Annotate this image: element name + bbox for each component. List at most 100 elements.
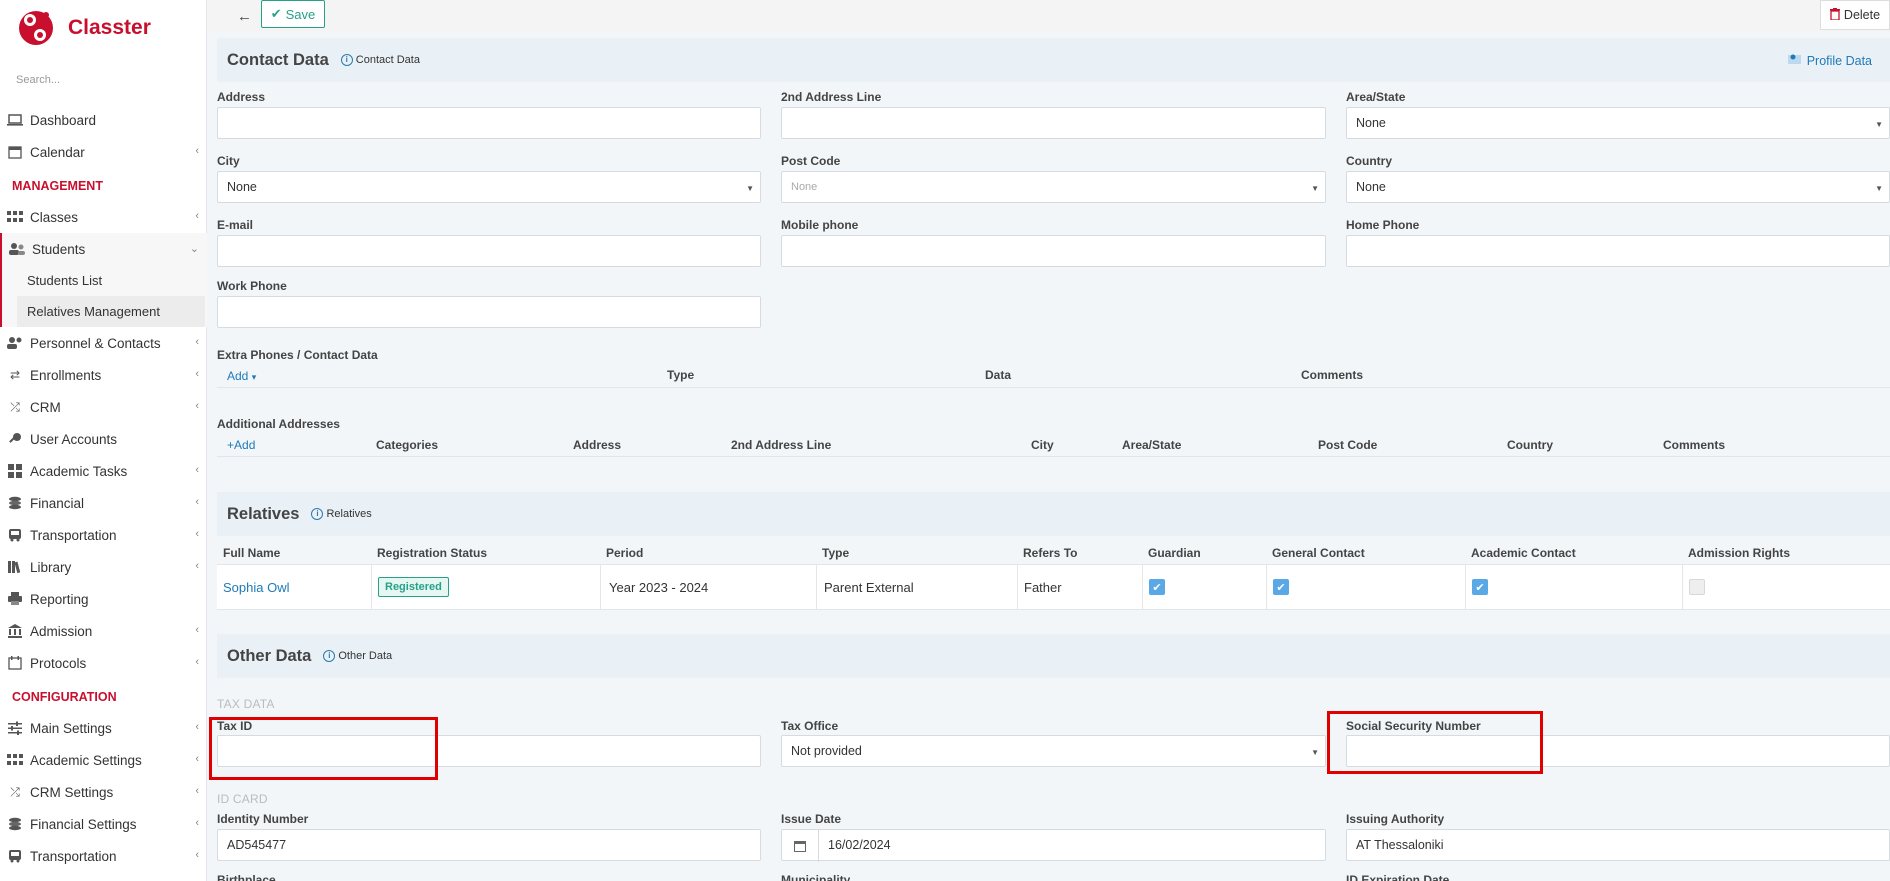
sidebar-item-admission[interactable]: Admission ‹ xyxy=(0,615,207,647)
guardian-checkbox[interactable]: ✔ xyxy=(1149,579,1165,595)
city-select[interactable]: None ▼ xyxy=(217,171,761,203)
relatives-table-header: Full Name Registration Status Period Typ… xyxy=(217,540,1890,564)
sidebar-item-students[interactable]: Students ⌄ xyxy=(2,233,207,265)
admission-rights-checkbox[interactable] xyxy=(1689,579,1705,595)
sidebar-item-user-accounts[interactable]: User Accounts xyxy=(0,423,207,455)
municipality-label: Municipality xyxy=(781,873,851,881)
address2-input[interactable] xyxy=(781,107,1326,139)
postcode-select[interactable]: None ▼ xyxy=(781,171,1326,203)
sidebar-item-financial[interactable]: Financial ‹ xyxy=(0,487,207,519)
relative-name-cell: Sophia Owl xyxy=(217,565,371,609)
highlight-box-tax-id xyxy=(209,717,438,780)
mobile-input[interactable] xyxy=(781,235,1326,267)
section-info-label: Contact Data xyxy=(355,54,420,66)
area-select[interactable]: None ▼ xyxy=(1346,107,1890,139)
column-header: Academic Contact xyxy=(1471,546,1576,560)
sidebar: Classter Search... Dashboard Calendar ‹ … xyxy=(0,0,207,881)
protocols-icon xyxy=(6,656,24,670)
info-icon: i xyxy=(323,650,336,662)
sidebar-item-reporting[interactable]: Reporting xyxy=(0,583,207,615)
app-logo[interactable]: Classter xyxy=(16,6,151,50)
sidebar-item-transportation[interactable]: Transportation ‹ xyxy=(0,519,207,551)
sidebar-item-main-settings[interactable]: Main Settings ‹ xyxy=(0,712,207,744)
additional-addresses-title: Additional Addresses xyxy=(217,417,340,431)
sidebar-item-enrollments[interactable]: ⇄ Enrollments ‹ xyxy=(0,359,207,391)
chevron-left-icon: ‹ xyxy=(195,753,199,765)
issuing-authority-input[interactable]: AT Thessaloniki xyxy=(1346,829,1890,861)
sidebar-item-label: Transportation xyxy=(30,527,117,543)
delete-button[interactable]: Delete xyxy=(1820,0,1890,30)
plus-icon: + xyxy=(227,438,235,452)
chevron-left-icon: ‹ xyxy=(195,464,199,476)
column-header: Categories xyxy=(376,438,439,452)
sidebar-item-transportation-settings[interactable]: Transportation ‹ xyxy=(0,840,207,872)
relative-name-link[interactable]: Sophia Owl xyxy=(223,580,289,595)
sidebar-item-financial-settings[interactable]: Financial Settings ‹ xyxy=(0,808,207,840)
sidebar-search-input[interactable]: Search... xyxy=(16,74,60,86)
sidebar-item-label: Admission xyxy=(30,623,93,639)
save-button[interactable]: ✔ Save xyxy=(261,0,325,28)
area-value: None xyxy=(1356,116,1386,130)
chevron-down-icon: ⌄ xyxy=(189,243,199,255)
back-arrow-icon[interactable]: ← xyxy=(237,8,252,25)
coins-icon xyxy=(6,817,24,831)
column-header: Period xyxy=(606,546,644,560)
guardian-cell: ✔ xyxy=(1142,565,1266,609)
column-header: Type xyxy=(667,368,695,382)
sliders-icon xyxy=(6,721,24,735)
sidebar-subitem-relatives-management[interactable]: Relatives Management xyxy=(17,296,205,327)
sidebar-item-library[interactable]: Library ‹ xyxy=(0,551,207,583)
column-header: Comments xyxy=(1663,438,1726,452)
management-heading: MANAGEMENT xyxy=(12,179,103,193)
column-header: General Contact xyxy=(1272,546,1365,560)
chevron-left-icon: ‹ xyxy=(195,368,199,380)
app-name: Classter xyxy=(68,16,151,39)
sidebar-item-crm-settings[interactable]: ⤮ CRM Settings ‹ xyxy=(0,776,207,808)
home-phone-label: Home Phone xyxy=(1346,218,1420,232)
calendar-icon[interactable] xyxy=(782,830,819,862)
sidebar-item-academic-tasks[interactable]: Academic Tasks ‹ xyxy=(0,455,207,487)
tax-office-label: Tax Office xyxy=(781,719,839,733)
personnel-icon xyxy=(6,336,24,350)
sidebar-item-label: Reporting xyxy=(30,591,89,607)
home-phone-input[interactable] xyxy=(1346,235,1890,267)
sidebar-item-calendar[interactable]: Calendar ‹ xyxy=(0,136,207,168)
bus-icon xyxy=(6,849,24,863)
address-input[interactable] xyxy=(217,107,761,139)
sidebar-item-crm[interactable]: ⤮ CRM ‹ xyxy=(0,391,207,423)
books-icon xyxy=(6,560,24,574)
city-label: City xyxy=(217,154,240,168)
country-select[interactable]: None ▼ xyxy=(1346,171,1890,203)
profile-data-link[interactable]: Profile Data xyxy=(1787,53,1872,68)
sidebar-item-label: CRM xyxy=(30,399,61,415)
sidebar-item-academic-settings[interactable]: Academic Settings ‹ xyxy=(0,744,207,776)
identity-number-input[interactable]: AD545477 xyxy=(217,829,761,861)
classter-logo-icon xyxy=(19,11,53,45)
tax-office-select[interactable]: Not provided ▼ xyxy=(781,735,1326,767)
work-phone-label: Work Phone xyxy=(217,279,287,293)
refers-to-cell: Father xyxy=(1017,565,1142,609)
sidebar-item-label: Main Settings xyxy=(30,720,112,736)
chevron-left-icon: ‹ xyxy=(195,336,199,348)
sidebar-item-protocols[interactable]: Protocols ‹ xyxy=(0,647,207,679)
academic-contact-checkbox[interactable]: ✔ xyxy=(1472,579,1488,595)
general-contact-checkbox[interactable]: ✔ xyxy=(1273,579,1289,595)
sidebar-item-personnel[interactable]: Personnel & Contacts ‹ xyxy=(0,327,207,359)
id-card-group-label: ID CARD xyxy=(217,792,268,806)
email-input[interactable] xyxy=(217,235,761,267)
additional-addresses-add-button[interactable]: +Add xyxy=(227,438,255,452)
sidebar-item-classes[interactable]: Classes ‹ xyxy=(0,201,207,233)
chevron-left-icon: ‹ xyxy=(195,817,199,829)
map-pin-icon xyxy=(1787,53,1801,68)
issuing-authority-label: Issuing Authority xyxy=(1346,812,1445,826)
work-phone-input[interactable] xyxy=(217,296,761,328)
extra-phones-add-button[interactable]: Add ▾ xyxy=(227,369,256,383)
sidebar-item-label: Library xyxy=(30,559,72,575)
section-title: Other Data xyxy=(227,646,312,665)
sidebar-item-dashboard[interactable]: Dashboard xyxy=(0,104,207,136)
postcode-label: Post Code xyxy=(781,154,841,168)
section-title: Contact Data xyxy=(227,50,329,69)
printer-icon xyxy=(6,592,24,606)
sidebar-subitem-students-list[interactable]: Students List xyxy=(2,265,207,296)
issue-date-input[interactable]: 16/02/2024 xyxy=(781,829,1326,862)
